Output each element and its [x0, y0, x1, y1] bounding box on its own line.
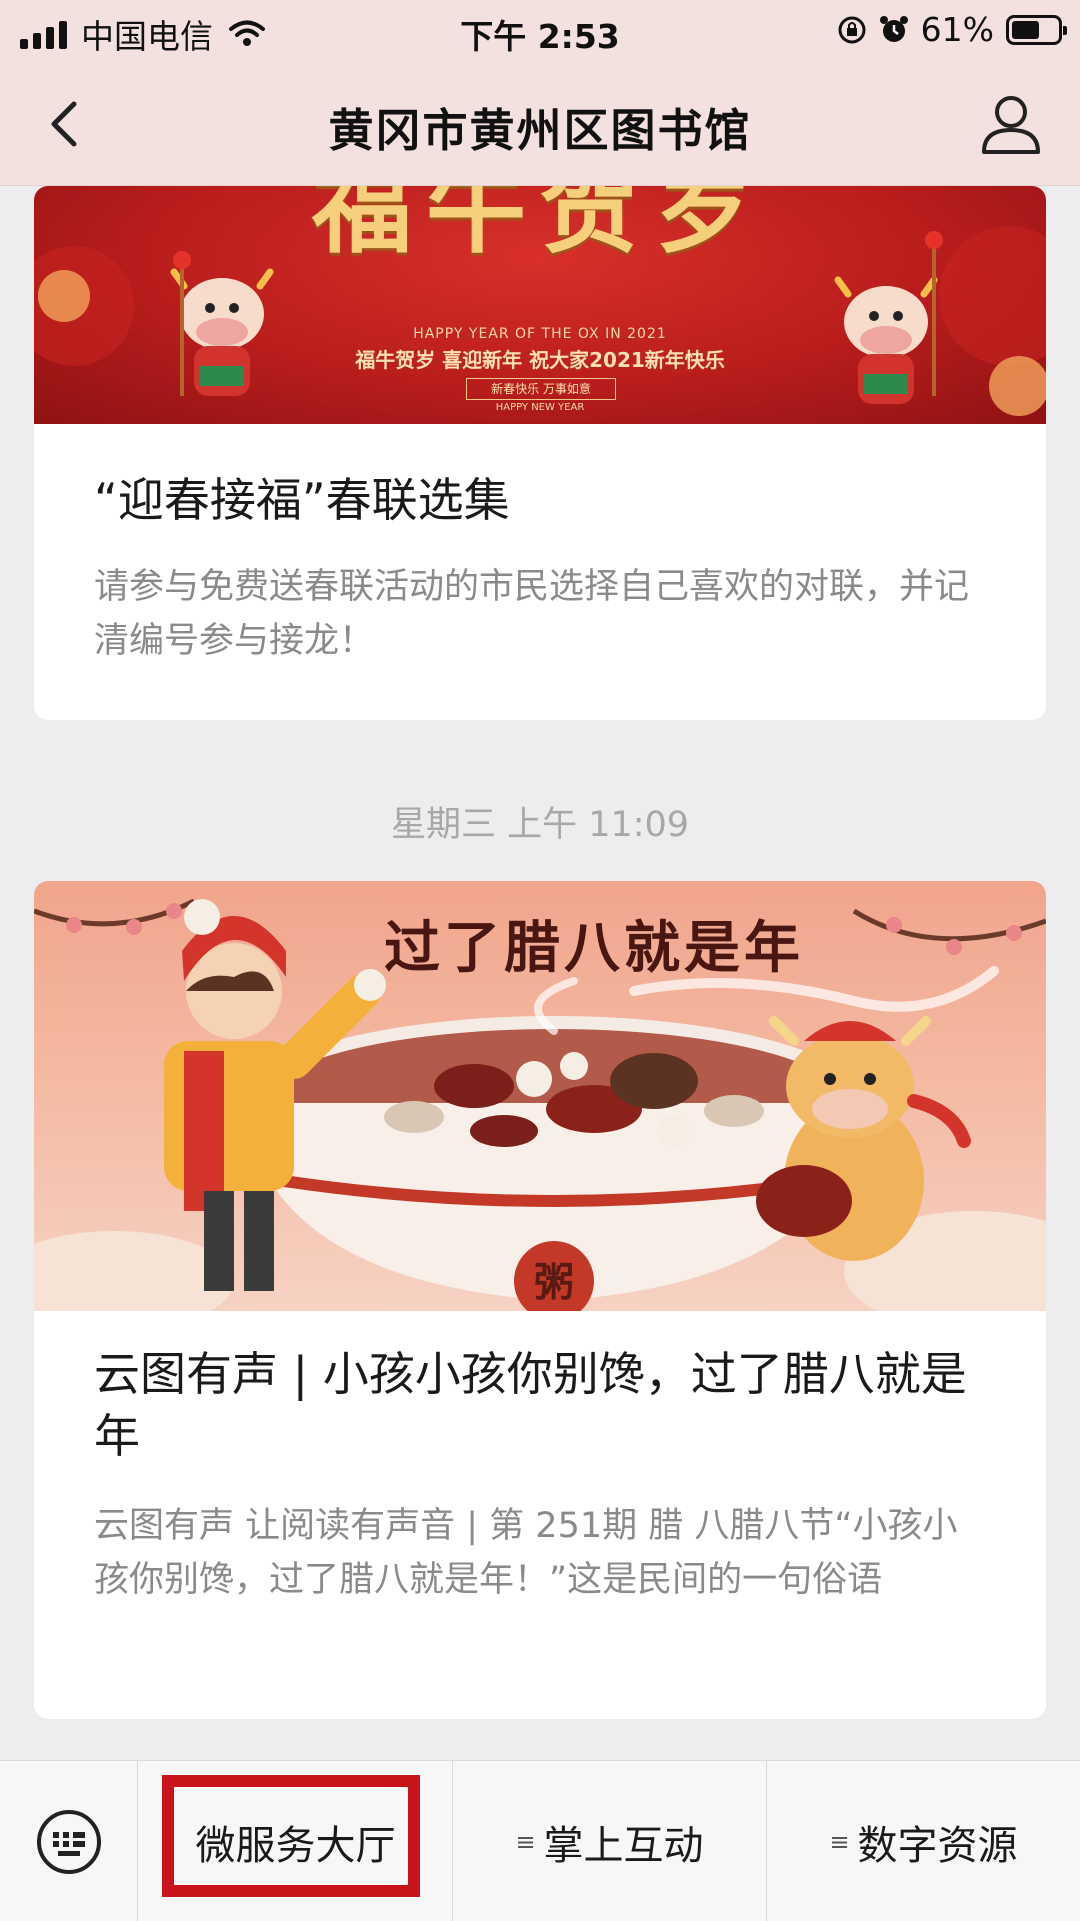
keyboard-icon[interactable] — [34, 1806, 104, 1876]
nav-bar: 黄冈市黄州区图书馆 — [0, 62, 1080, 186]
message-feed[interactable]: 福牛贺岁 HAPPY YEAR OF THE OX IN 2021 福牛贺岁 喜… — [0, 186, 1080, 1760]
article-description: 请参与免费送春联活动的市民选择自己喜欢的对联，并记清编号参与接龙！ — [94, 567, 970, 661]
battery-level-fill — [1012, 20, 1039, 39]
banner-greeting-line: 福牛贺岁 喜迎新年 祝大家2021新年快乐 — [355, 348, 725, 372]
keyboard-toggle[interactable] — [0, 1761, 138, 1921]
page-title: 黄冈市黄州区图书馆 — [328, 104, 752, 157]
banner-headline: 福牛贺岁 — [312, 186, 768, 267]
article-card-laba[interactable]: 粥 过了腊八就是年 云图有声 | 小孩小孩你别馋，过了腊八就是年 云图有声 让阅… — [34, 881, 1046, 1719]
banner-headline: 过了腊八就是年 — [384, 915, 804, 981]
battery-percent: 61% — [920, 10, 994, 49]
article-title[interactable]: “迎春接福”春联选集 — [94, 469, 986, 531]
menu-item-label: 掌上互动 — [543, 1822, 704, 1869]
bowl-label: 粥 — [534, 1259, 574, 1306]
banner-wish-line: 新春快乐 万事如意 — [466, 378, 616, 400]
menu-digital-resources[interactable]: ≡ 数字资源 — [767, 1761, 1080, 1921]
article-description: 云图有声 让阅读有声音 | 第 251期 腊 八腊八节“小孩小孩你别馋，过了腊八… — [94, 1506, 958, 1600]
menu-item-label: 微服务大厅 — [195, 1822, 396, 1869]
article-card-spring-couplets[interactable]: 福牛贺岁 HAPPY YEAR OF THE OX IN 2021 福牛贺岁 喜… — [34, 186, 1046, 720]
menu-micro-service-hall[interactable]: 微服务大厅 — [139, 1761, 453, 1921]
alarm-icon — [879, 15, 908, 42]
message-timestamp: 星期三 上午 11:09 — [390, 805, 690, 845]
menu-item-label: 数字资源 — [857, 1822, 1018, 1869]
rotation-lock-icon — [838, 16, 866, 43]
ox-mascot-left — [170, 251, 274, 396]
banner-new-year-line: HAPPY NEW YEAR — [495, 402, 585, 413]
menu-mobile-interaction[interactable]: ≡ 掌上互动 — [453, 1761, 767, 1921]
person-icon[interactable] — [978, 90, 1044, 156]
bottom-menu: 微服务大厅 ≡ 掌上互动 ≡ 数字资源 — [0, 1760, 1080, 1921]
menu-lines-icon: ≡ — [829, 1827, 850, 1856]
menu-lines-icon: ≡ — [515, 1827, 536, 1856]
article-banner-image: 粥 过了腊八就是年 — [34, 881, 1046, 1311]
article-banner-image: 福牛贺岁 HAPPY YEAR OF THE OX IN 2021 福牛贺岁 喜… — [34, 186, 1046, 424]
status-right: 61% — [837, 10, 1067, 49]
banner-english-line: HAPPY YEAR OF THE OX IN 2021 — [413, 326, 667, 342]
article-title[interactable]: 云图有声 | 小孩小孩你别馋，过了腊八就是年 — [94, 1343, 986, 1467]
battery-icon — [1006, 14, 1067, 45]
status-bar: 中国电信 下午 2:53 61% — [0, 0, 1080, 62]
